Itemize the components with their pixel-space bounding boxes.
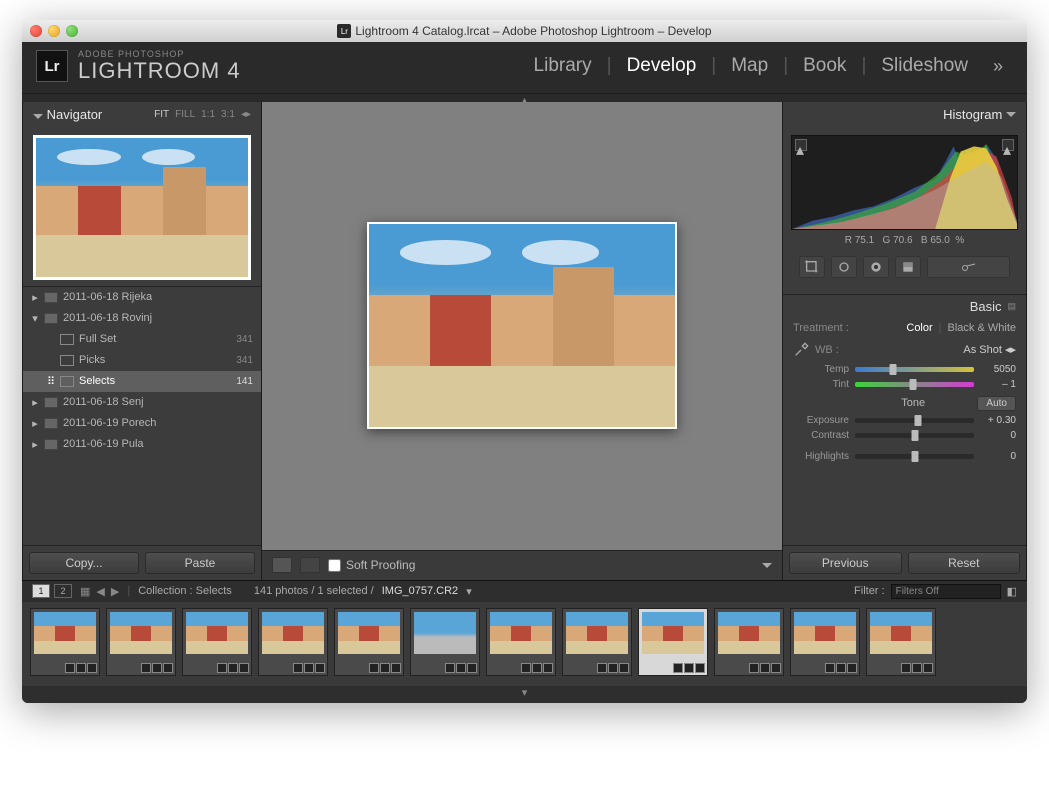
collection-row[interactable]: Picks341: [23, 350, 261, 371]
folder-row[interactable]: ▸2011-06-18 Rijeka: [23, 287, 261, 308]
filter-select[interactable]: Filters Off: [891, 584, 1001, 599]
module-slideshow[interactable]: Slideshow: [871, 55, 978, 77]
collection-row[interactable]: Full Set341: [23, 329, 261, 350]
monitor-1-toggle[interactable]: 1: [32, 584, 50, 598]
module-picker: Library | Develop | Map | Book | Slidesh…: [524, 55, 1013, 77]
filmstrip[interactable]: [22, 602, 1027, 686]
folder-row[interactable]: ▸2011-06-19 Porech: [23, 413, 261, 434]
window-title: Lightroom 4 Catalog.lrcat – Adobe Photos…: [355, 24, 711, 38]
redeye-tool-icon[interactable]: [863, 256, 889, 278]
paste-button[interactable]: Paste: [145, 552, 255, 574]
collection-row-selected[interactable]: ⠿Selects141: [23, 371, 261, 392]
panel-menu-icon[interactable]: ▤: [1007, 301, 1016, 312]
grid-view-icon[interactable]: ▦: [80, 585, 90, 598]
folder-row[interactable]: ▸2011-06-18 Senj: [23, 392, 261, 413]
filter-lock-icon[interactable]: ◧: [1007, 585, 1017, 598]
previous-button[interactable]: Previous: [789, 552, 902, 574]
tint-slider[interactable]: Tint – 1: [793, 377, 1016, 392]
module-book[interactable]: Book: [793, 55, 856, 77]
soft-proofing-toggle[interactable]: Soft Proofing: [328, 558, 415, 572]
nav-zoom-1to1[interactable]: 1:1: [201, 109, 215, 120]
folder-row[interactable]: ▾2011-06-18 Rovinj: [23, 308, 261, 329]
brush-tool-icon[interactable]: [927, 256, 1010, 278]
before-after-icon[interactable]: [300, 557, 320, 573]
wb-eyedropper-icon[interactable]: [793, 342, 809, 358]
treatment-color[interactable]: Color: [906, 322, 932, 334]
histogram-header[interactable]: Histogram: [783, 102, 1026, 127]
contrast-slider[interactable]: Contrast 0: [793, 428, 1016, 443]
folder-row[interactable]: ▸2011-06-19 Pula: [23, 434, 261, 455]
monitor-2-toggle[interactable]: 2: [54, 584, 72, 598]
filmstrip-thumb[interactable]: [30, 608, 100, 676]
collections-list: ▸2011-06-18 Rijeka ▾2011-06-18 Rovinj Fu…: [23, 286, 261, 545]
module-map[interactable]: Map: [721, 55, 778, 77]
rgb-readout: R 75.1 G 70.6 B 65.0 %: [791, 230, 1018, 251]
filmstrip-thumb[interactable]: [866, 608, 936, 676]
brand-text: ADOBE PHOTOSHOP LIGHTROOM 4: [78, 50, 241, 83]
filmstrip-thumb[interactable]: [714, 608, 784, 676]
filmstrip-thumb-selected[interactable]: [638, 608, 708, 676]
filter-label: Filter :: [854, 585, 885, 597]
filmstrip-thumb[interactable]: [334, 608, 404, 676]
treatment-bw[interactable]: Black & White: [948, 322, 1016, 334]
main-photo-preview[interactable]: [367, 222, 677, 429]
app-icon: Lr: [337, 24, 351, 38]
selection-count: 141 photos / 1 selected /: [254, 585, 374, 597]
spot-tool-icon[interactable]: [831, 256, 857, 278]
collapse-icon[interactable]: [33, 114, 43, 119]
window-titlebar: Lr Lightroom 4 Catalog.lrcat – Adobe Pho…: [22, 20, 1027, 42]
navigator-preview[interactable]: [33, 135, 251, 280]
nav-zoom-3to1[interactable]: 3:1: [221, 109, 235, 120]
nav-zoom-fill[interactable]: FILL: [175, 109, 195, 120]
loupe-view-icon[interactable]: [272, 557, 292, 573]
module-develop[interactable]: Develop: [617, 55, 707, 77]
collapse-bottom-icon[interactable]: ▾: [522, 687, 528, 699]
filmstrip-thumb[interactable]: [410, 608, 480, 676]
monitor-toggles: 1 2: [32, 584, 72, 598]
filmstrip-thumb[interactable]: [562, 608, 632, 676]
brand-icon: Lr: [36, 50, 68, 82]
copy-button[interactable]: Copy...: [29, 552, 139, 574]
highlight-clip-icon[interactable]: ▴: [1002, 139, 1014, 151]
grad-filter-icon[interactable]: [895, 256, 921, 278]
filmstrip-thumb[interactable]: [258, 608, 328, 676]
highlights-slider[interactable]: Highlights 0: [793, 449, 1016, 464]
filmstrip-thumb[interactable]: [182, 608, 252, 676]
wb-preset-select[interactable]: As Shot ◂▸: [963, 343, 1016, 356]
exposure-slider[interactable]: Exposure + 0.30: [793, 413, 1016, 428]
filmstrip-thumb[interactable]: [486, 608, 556, 676]
toolbar-menu-icon[interactable]: [762, 563, 772, 568]
nav-zoom-menu-icon[interactable]: ◂▸: [241, 109, 251, 120]
histogram[interactable]: ▴ ▴: [791, 135, 1018, 230]
filmstrip-thumb[interactable]: [106, 608, 176, 676]
filename-label: IMG_0757.CR2: [382, 585, 458, 597]
basic-panel-header[interactable]: Basic ▤: [793, 299, 1016, 318]
nav-zoom-fit[interactable]: FIT: [154, 109, 169, 120]
shadow-clip-icon[interactable]: ▴: [795, 139, 807, 151]
navigator-header[interactable]: Navigator FIT FILL 1:1 3:1 ◂▸: [23, 102, 261, 127]
collapse-icon[interactable]: [1006, 112, 1016, 117]
module-library[interactable]: Library: [524, 55, 602, 77]
soft-proofing-checkbox[interactable]: [328, 559, 341, 572]
path-menu-icon[interactable]: ▾: [466, 585, 472, 598]
auto-tone-button[interactable]: Auto: [977, 396, 1016, 411]
more-modules-icon[interactable]: »: [983, 56, 1013, 77]
collection-path[interactable]: Collection : Selects: [138, 585, 232, 597]
prev-photo-icon[interactable]: ◀: [96, 585, 104, 598]
tone-label: Tone: [849, 397, 977, 409]
reset-button[interactable]: Reset: [908, 552, 1021, 574]
filmstrip-thumb[interactable]: [790, 608, 860, 676]
crop-tool-icon[interactable]: [799, 256, 825, 278]
temp-slider[interactable]: Temp 5050: [793, 362, 1016, 377]
next-photo-icon[interactable]: ▶: [111, 585, 119, 598]
